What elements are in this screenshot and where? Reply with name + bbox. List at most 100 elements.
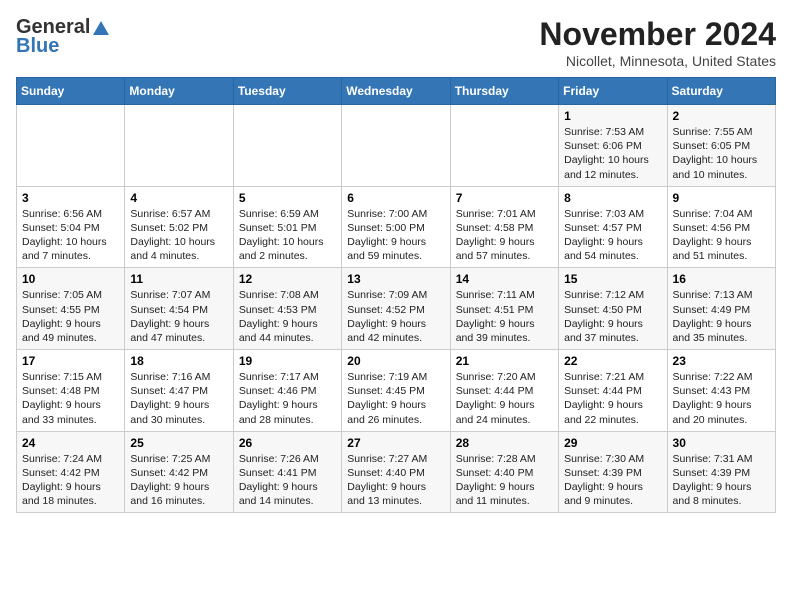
page-subtitle: Nicollet, Minnesota, United States <box>539 53 776 69</box>
calendar-week-row: 24 Sunrise: 7:24 AMSunset: 4:42 PMDayligh… <box>17 431 776 513</box>
day-info: Sunrise: 7:08 AMSunset: 4:53 PMDaylight:… <box>239 288 336 345</box>
day-number: 22 <box>564 354 661 368</box>
day-info: Sunrise: 7:22 AMSunset: 4:43 PMDaylight:… <box>673 370 770 427</box>
page-header: General Blue November 2024 Nicollet, Min… <box>16 16 776 69</box>
calendar-cell: 5 Sunrise: 6:59 AMSunset: 5:01 PMDaylight… <box>233 186 341 268</box>
day-info: Sunrise: 7:26 AMSunset: 4:41 PMDaylight:… <box>239 452 336 509</box>
day-info: Sunrise: 6:56 AMSunset: 5:04 PMDaylight:… <box>22 207 119 264</box>
day-info: Sunrise: 7:13 AMSunset: 4:49 PMDaylight:… <box>673 288 770 345</box>
calendar-header-thursday: Thursday <box>450 78 558 105</box>
calendar-cell: 18 Sunrise: 7:16 AMSunset: 4:47 PMDayligh… <box>125 350 233 432</box>
calendar-header-wednesday: Wednesday <box>342 78 450 105</box>
day-number: 28 <box>456 436 553 450</box>
logo: General Blue <box>16 16 110 58</box>
calendar-cell <box>233 105 341 187</box>
calendar-cell <box>342 105 450 187</box>
day-info: Sunrise: 7:01 AMSunset: 4:58 PMDaylight:… <box>456 207 553 264</box>
calendar-week-row: 3 Sunrise: 6:56 AMSunset: 5:04 PMDaylight… <box>17 186 776 268</box>
day-number: 18 <box>130 354 227 368</box>
calendar-cell: 4Sunrise: 6:57 AMSunset: 5:02 PMDaylight… <box>125 186 233 268</box>
day-info: Sunrise: 6:59 AMSunset: 5:01 PMDaylight:… <box>239 207 336 264</box>
day-info: Sunrise: 7:21 AMSunset: 4:44 PMDaylight:… <box>564 370 661 427</box>
day-number: 10 <box>22 272 119 286</box>
calendar-cell: 17 Sunrise: 7:15 AMSunset: 4:48 PMDayligh… <box>17 350 125 432</box>
calendar-cell: 11 Sunrise: 7:07 AMSunset: 4:54 PMDayligh… <box>125 268 233 350</box>
calendar-cell: 20 Sunrise: 7:19 AMSunset: 4:45 PMDayligh… <box>342 350 450 432</box>
calendar-cell <box>450 105 558 187</box>
calendar-week-row: 1 Sunrise: 7:53 AMSunset: 6:06 PMDaylight… <box>17 105 776 187</box>
day-number: 3 <box>22 191 119 205</box>
day-number: 9 <box>673 191 770 205</box>
day-number: 16 <box>673 272 770 286</box>
day-info: Sunrise: 7:05 AMSunset: 4:55 PMDaylight:… <box>22 288 119 345</box>
day-info: Sunrise: 7:25 AMSunset: 4:42 PMDaylight:… <box>130 452 227 509</box>
logo-blue: Blue <box>16 35 59 58</box>
day-number: 26 <box>239 436 336 450</box>
day-number: 1 <box>564 109 661 123</box>
day-number: 11 <box>130 272 227 286</box>
day-info: Sunrise: 7:31 AMSunset: 4:39 PMDaylight:… <box>673 452 770 509</box>
calendar-cell: 6 Sunrise: 7:00 AMSunset: 5:00 PMDaylight… <box>342 186 450 268</box>
calendar-header-tuesday: Tuesday <box>233 78 341 105</box>
day-number: 2 <box>673 109 770 123</box>
day-number: 27 <box>347 436 444 450</box>
day-info: Sunrise: 7:03 AMSunset: 4:57 PMDaylight:… <box>564 207 661 264</box>
day-number: 8 <box>564 191 661 205</box>
calendar-cell: 16 Sunrise: 7:13 AMSunset: 4:49 PMDayligh… <box>667 268 775 350</box>
day-number: 5 <box>239 191 336 205</box>
logo-triangle-icon <box>92 19 110 37</box>
day-number: 13 <box>347 272 444 286</box>
day-number: 29 <box>564 436 661 450</box>
calendar-cell: 29Sunrise: 7:30 AMSunset: 4:39 PMDayligh… <box>559 431 667 513</box>
day-number: 7 <box>456 191 553 205</box>
page-title: November 2024 <box>539 16 776 53</box>
day-number: 4 <box>130 191 227 205</box>
calendar-header-saturday: Saturday <box>667 78 775 105</box>
calendar-cell <box>17 105 125 187</box>
calendar-cell: 22 Sunrise: 7:21 AMSunset: 4:44 PMDayligh… <box>559 350 667 432</box>
day-info: Sunrise: 7:09 AMSunset: 4:52 PMDaylight:… <box>347 288 444 345</box>
day-number: 14 <box>456 272 553 286</box>
day-number: 24 <box>22 436 119 450</box>
day-info: Sunrise: 7:53 AMSunset: 6:06 PMDaylight:… <box>564 125 661 182</box>
day-info: Sunrise: 7:07 AMSunset: 4:54 PMDaylight:… <box>130 288 227 345</box>
calendar-cell: 3 Sunrise: 6:56 AMSunset: 5:04 PMDaylight… <box>17 186 125 268</box>
calendar-cell: 27 Sunrise: 7:27 AMSunset: 4:40 PMDayligh… <box>342 431 450 513</box>
day-info: Sunrise: 7:19 AMSunset: 4:45 PMDaylight:… <box>347 370 444 427</box>
day-info: Sunrise: 7:00 AMSunset: 5:00 PMDaylight:… <box>347 207 444 264</box>
calendar-week-row: 17 Sunrise: 7:15 AMSunset: 4:48 PMDayligh… <box>17 350 776 432</box>
day-info: Sunrise: 7:15 AMSunset: 4:48 PMDaylight:… <box>22 370 119 427</box>
calendar-cell: 24 Sunrise: 7:24 AMSunset: 4:42 PMDayligh… <box>17 431 125 513</box>
calendar-cell: 14Sunrise: 7:11 AMSunset: 4:51 PMDayligh… <box>450 268 558 350</box>
calendar-cell <box>125 105 233 187</box>
title-block: November 2024 Nicollet, Minnesota, Unite… <box>539 16 776 69</box>
calendar-cell: 26 Sunrise: 7:26 AMSunset: 4:41 PMDayligh… <box>233 431 341 513</box>
calendar-cell: 8 Sunrise: 7:03 AMSunset: 4:57 PMDaylight… <box>559 186 667 268</box>
day-info: Sunrise: 7:27 AMSunset: 4:40 PMDaylight:… <box>347 452 444 509</box>
calendar-header-friday: Friday <box>559 78 667 105</box>
calendar-cell: 30 Sunrise: 7:31 AMSunset: 4:39 PMDayligh… <box>667 431 775 513</box>
day-number: 25 <box>130 436 227 450</box>
day-number: 21 <box>456 354 553 368</box>
day-info: Sunrise: 7:04 AMSunset: 4:56 PMDaylight:… <box>673 207 770 264</box>
day-number: 30 <box>673 436 770 450</box>
calendar-cell: 12 Sunrise: 7:08 AMSunset: 4:53 PMDayligh… <box>233 268 341 350</box>
calendar-header-sunday: Sunday <box>17 78 125 105</box>
day-number: 23 <box>673 354 770 368</box>
day-number: 6 <box>347 191 444 205</box>
day-info: Sunrise: 7:24 AMSunset: 4:42 PMDaylight:… <box>22 452 119 509</box>
day-number: 17 <box>22 354 119 368</box>
calendar-cell: 9 Sunrise: 7:04 AMSunset: 4:56 PMDaylight… <box>667 186 775 268</box>
day-info: Sunrise: 7:16 AMSunset: 4:47 PMDaylight:… <box>130 370 227 427</box>
day-number: 19 <box>239 354 336 368</box>
day-info: Sunrise: 7:17 AMSunset: 4:46 PMDaylight:… <box>239 370 336 427</box>
calendar-cell: 2 Sunrise: 7:55 AMSunset: 6:05 PMDaylight… <box>667 105 775 187</box>
calendar-cell: 25 Sunrise: 7:25 AMSunset: 4:42 PMDayligh… <box>125 431 233 513</box>
day-number: 12 <box>239 272 336 286</box>
day-number: 20 <box>347 354 444 368</box>
day-info: Sunrise: 7:28 AMSunset: 4:40 PMDaylight:… <box>456 452 553 509</box>
calendar-cell: 28 Sunrise: 7:28 AMSunset: 4:40 PMDayligh… <box>450 431 558 513</box>
calendar-week-row: 10 Sunrise: 7:05 AMSunset: 4:55 PMDayligh… <box>17 268 776 350</box>
calendar-cell: 21Sunrise: 7:20 AMSunset: 4:44 PMDayligh… <box>450 350 558 432</box>
day-info: Sunrise: 7:55 AMSunset: 6:05 PMDaylight:… <box>673 125 770 182</box>
